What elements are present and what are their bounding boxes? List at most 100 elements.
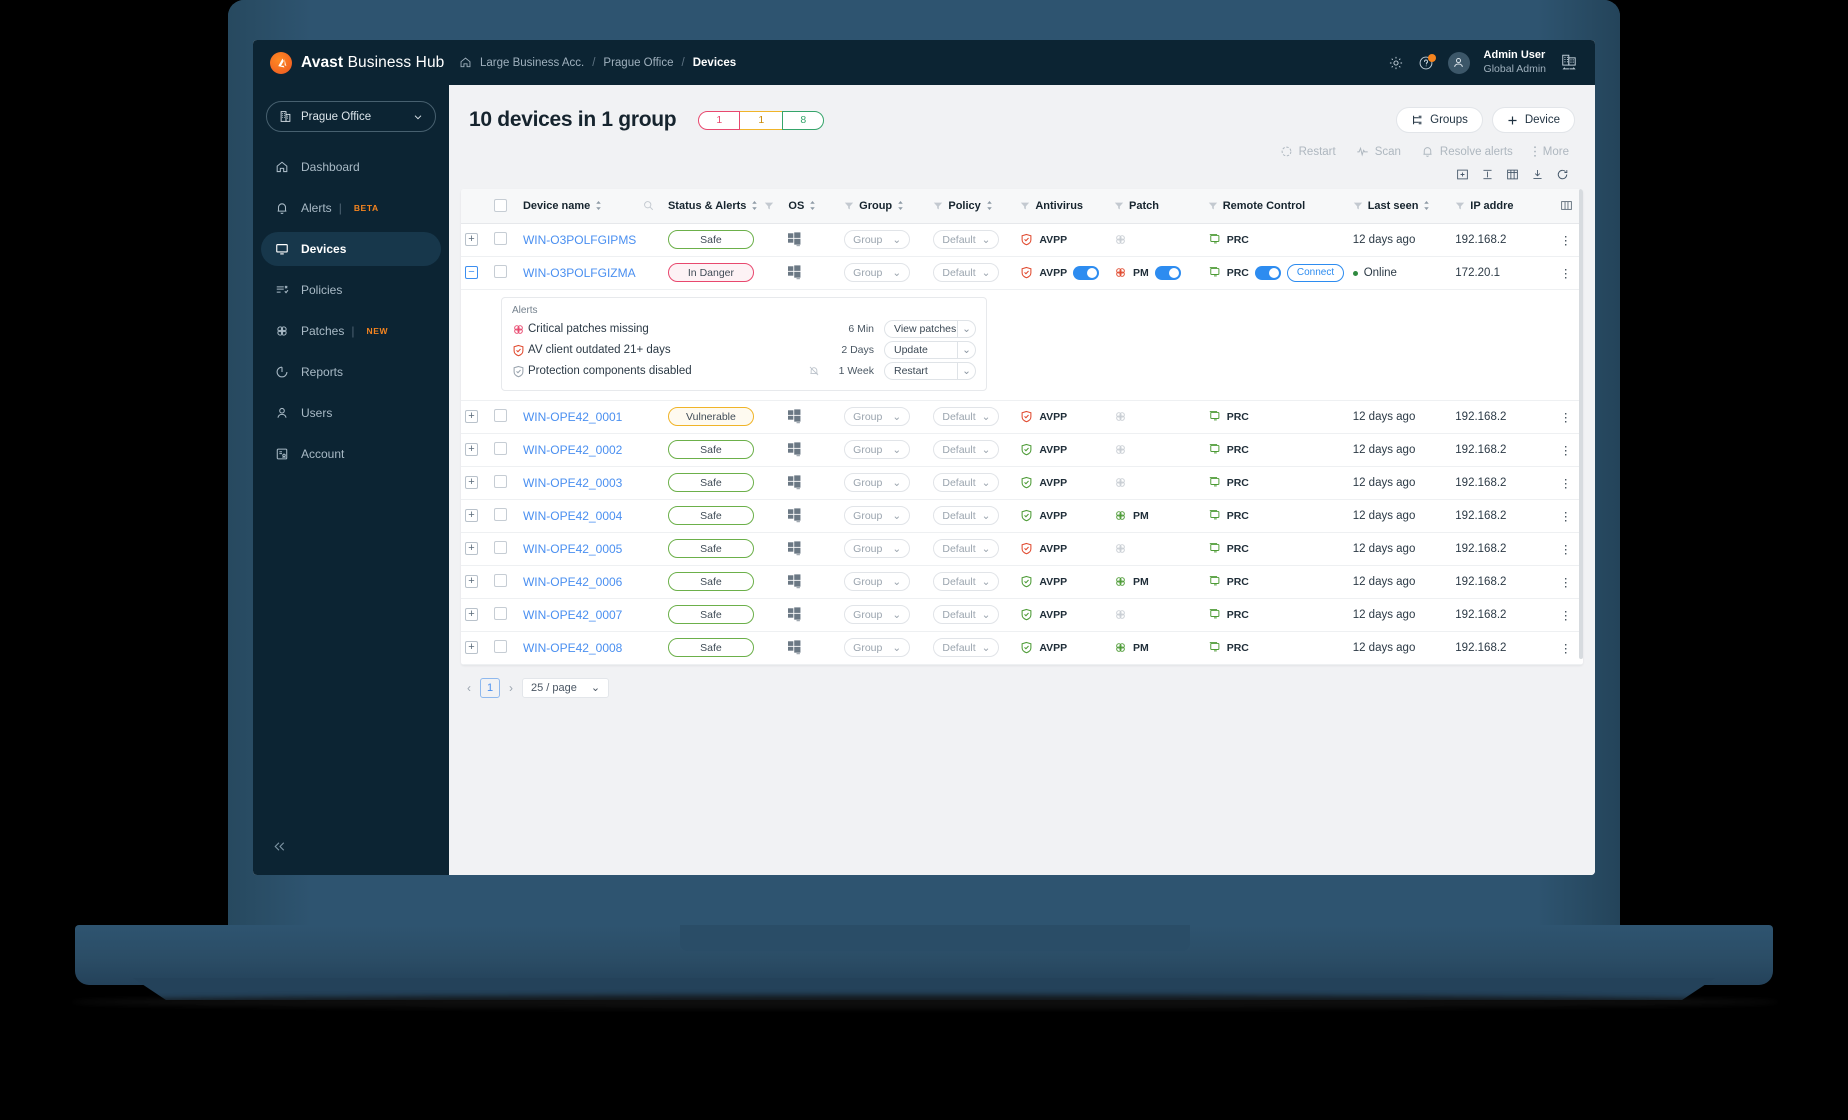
group-cell[interactable]: Group ⌄ (840, 400, 930, 434)
row-checkbox[interactable] (493, 408, 507, 422)
sort-icon[interactable] (595, 200, 602, 211)
policy-select[interactable]: Default ⌄ (933, 506, 1000, 525)
policy-cell[interactable]: Default ⌄ (929, 223, 1017, 257)
policy-cell[interactable]: Default ⌄ (929, 466, 1017, 500)
resolve-alerts-button[interactable]: Resolve alerts (1421, 145, 1513, 158)
expand-cell[interactable]: + (461, 400, 490, 434)
policy-select[interactable]: Default ⌄ (933, 263, 1000, 282)
group-cell[interactable]: Group ⌄ (840, 499, 930, 533)
columns-settings-icon[interactable] (1560, 199, 1573, 212)
group-select[interactable]: Group ⌄ (844, 407, 911, 426)
policy-cell[interactable]: Default ⌄ (929, 598, 1017, 632)
sidebar-item-patches[interactable]: Patches | NEW (261, 314, 441, 348)
columns-icon[interactable] (1506, 168, 1519, 181)
row-checkbox[interactable] (493, 507, 507, 521)
policy-select[interactable]: Default ⌄ (933, 473, 1000, 492)
restart-button[interactable]: Restart (1280, 145, 1336, 158)
chevron-down-icon[interactable]: ⌄ (957, 363, 975, 379)
row-select-cell[interactable] (489, 532, 519, 566)
row-checkbox[interactable] (493, 639, 507, 653)
row-select-cell[interactable] (489, 256, 519, 290)
col-policy[interactable]: Policy (929, 189, 1017, 224)
expand-row-button[interactable]: + (465, 233, 478, 246)
row-select-cell[interactable] (489, 223, 519, 257)
refresh-icon[interactable] (1556, 168, 1569, 181)
scan-button[interactable]: Scan (1356, 145, 1401, 158)
device-name-link[interactable]: WIN-O3POLFGIZMA (523, 266, 636, 280)
expand-row-button[interactable]: + (465, 509, 478, 522)
group-select[interactable]: Group ⌄ (844, 473, 911, 492)
expand-row-button[interactable]: + (465, 410, 478, 423)
office-selector[interactable]: Prague Office (266, 101, 436, 132)
search-icon[interactable] (643, 200, 660, 211)
building-switch-icon[interactable] (1560, 53, 1579, 72)
device-name-cell[interactable]: WIN-OPE42_0003 (518, 466, 664, 500)
device-name-link[interactable]: WIN-OPE42_0007 (523, 608, 622, 622)
table-row[interactable]: + WIN-OPE42_0001 Vulnerable Group ⌄ Defau… (461, 400, 1583, 434)
download-icon[interactable] (1531, 168, 1544, 181)
breadcrumb-item-1[interactable]: Prague Office (603, 57, 673, 69)
table-row[interactable]: + WIN-O3POLFGIPMS Safe Group ⌄ Default ⌄ A… (461, 223, 1583, 257)
group-select[interactable]: Group ⌄ (844, 230, 911, 249)
row-checkbox[interactable] (493, 474, 507, 488)
expand-cell[interactable]: + (461, 499, 490, 533)
col-group[interactable]: Group (840, 189, 930, 224)
row-checkbox[interactable] (493, 573, 507, 587)
policy-cell[interactable]: Default ⌄ (929, 499, 1017, 533)
row-actions-menu[interactable]: ⋮ (1549, 256, 1583, 290)
status-badge-safe[interactable]: 8 (782, 110, 825, 130)
page-size-select[interactable]: 25 / page ⌄ (522, 677, 610, 698)
device-name-link[interactable]: WIN-OPE42_0001 (523, 410, 622, 424)
device-name-cell[interactable]: WIN-OPE42_0006 (518, 565, 664, 599)
sort-icon[interactable] (897, 200, 904, 211)
sidebar-item-devices[interactable]: Devices (261, 232, 441, 266)
add-device-button[interactable]: Device (1491, 107, 1575, 133)
policy-cell[interactable]: Default ⌄ (929, 400, 1017, 434)
row-select-cell[interactable] (489, 433, 519, 467)
status-badge-danger[interactable]: 1 (698, 110, 741, 130)
sidebar-item-alerts[interactable]: Alerts | BETA (261, 191, 441, 225)
device-name-cell[interactable]: WIN-OPE42_0005 (518, 532, 664, 566)
sidebar-item-users[interactable]: Users (261, 396, 441, 430)
select-all-checkbox[interactable] (493, 199, 507, 213)
group-select[interactable]: Group ⌄ (844, 440, 911, 459)
group-cell[interactable]: Group ⌄ (840, 598, 930, 632)
row-checkbox[interactable] (493, 441, 507, 455)
expand-row-button[interactable]: + (465, 443, 478, 456)
device-name-cell[interactable]: WIN-O3POLFGIZMA (518, 256, 664, 290)
sidebar-item-reports[interactable]: Reports (261, 355, 441, 389)
table-row[interactable]: + WIN-OPE42_0007 Safe Group ⌄ Default ⌄ AV… (461, 598, 1583, 632)
sidebar-item-policies[interactable]: Policies (261, 273, 441, 307)
group-cell[interactable]: Group ⌄ (840, 532, 930, 566)
device-name-link[interactable]: WIN-OPE42_0005 (523, 542, 622, 556)
device-name-cell[interactable]: WIN-OPE42_0004 (518, 499, 664, 533)
table-row[interactable]: + WIN-OPE42_0008 Safe Group ⌄ Default ⌄ AV… (461, 631, 1583, 665)
expand-cell[interactable]: + (461, 223, 490, 257)
expand-cell[interactable]: + (461, 565, 490, 599)
group-select[interactable]: Group ⌄ (844, 263, 911, 282)
policy-cell[interactable]: Default ⌄ (929, 532, 1017, 566)
sort-icon[interactable] (1423, 200, 1430, 211)
policy-select[interactable]: Default ⌄ (933, 539, 1000, 558)
row-select-cell[interactable] (489, 631, 519, 665)
brand-logo-area[interactable]: Avast Business Hub (253, 51, 449, 74)
table-row[interactable]: + WIN-OPE42_0006 Safe Group ⌄ Default ⌄ AV… (461, 565, 1583, 599)
row-select-cell[interactable] (489, 400, 519, 434)
user-info[interactable]: Admin User Global Admin (1484, 49, 1546, 76)
device-name-link[interactable]: WIN-OPE42_0002 (523, 443, 622, 457)
device-name-link[interactable]: WIN-OPE42_0004 (523, 509, 622, 523)
chevron-down-icon[interactable]: ⌄ (957, 321, 975, 337)
policy-cell[interactable]: Default ⌄ (929, 433, 1017, 467)
filter-icon[interactable] (844, 201, 854, 211)
row-actions-menu[interactable]: ⋮ (1549, 499, 1583, 533)
remote-control-toggle[interactable] (1254, 265, 1281, 280)
avatar[interactable] (1447, 51, 1470, 74)
sort-icon[interactable] (809, 200, 816, 211)
group-cell[interactable]: Group ⌄ (840, 256, 930, 290)
col-last-seen[interactable]: Last seen (1348, 189, 1452, 224)
home-icon[interactable] (459, 56, 472, 69)
group-cell[interactable]: Group ⌄ (840, 565, 930, 599)
row-actions-menu[interactable]: ⋮ (1549, 433, 1583, 467)
table-row[interactable]: + WIN-OPE42_0004 Safe Group ⌄ Default ⌄ AV… (461, 499, 1583, 533)
col-patch[interactable]: Patch (1110, 189, 1204, 224)
